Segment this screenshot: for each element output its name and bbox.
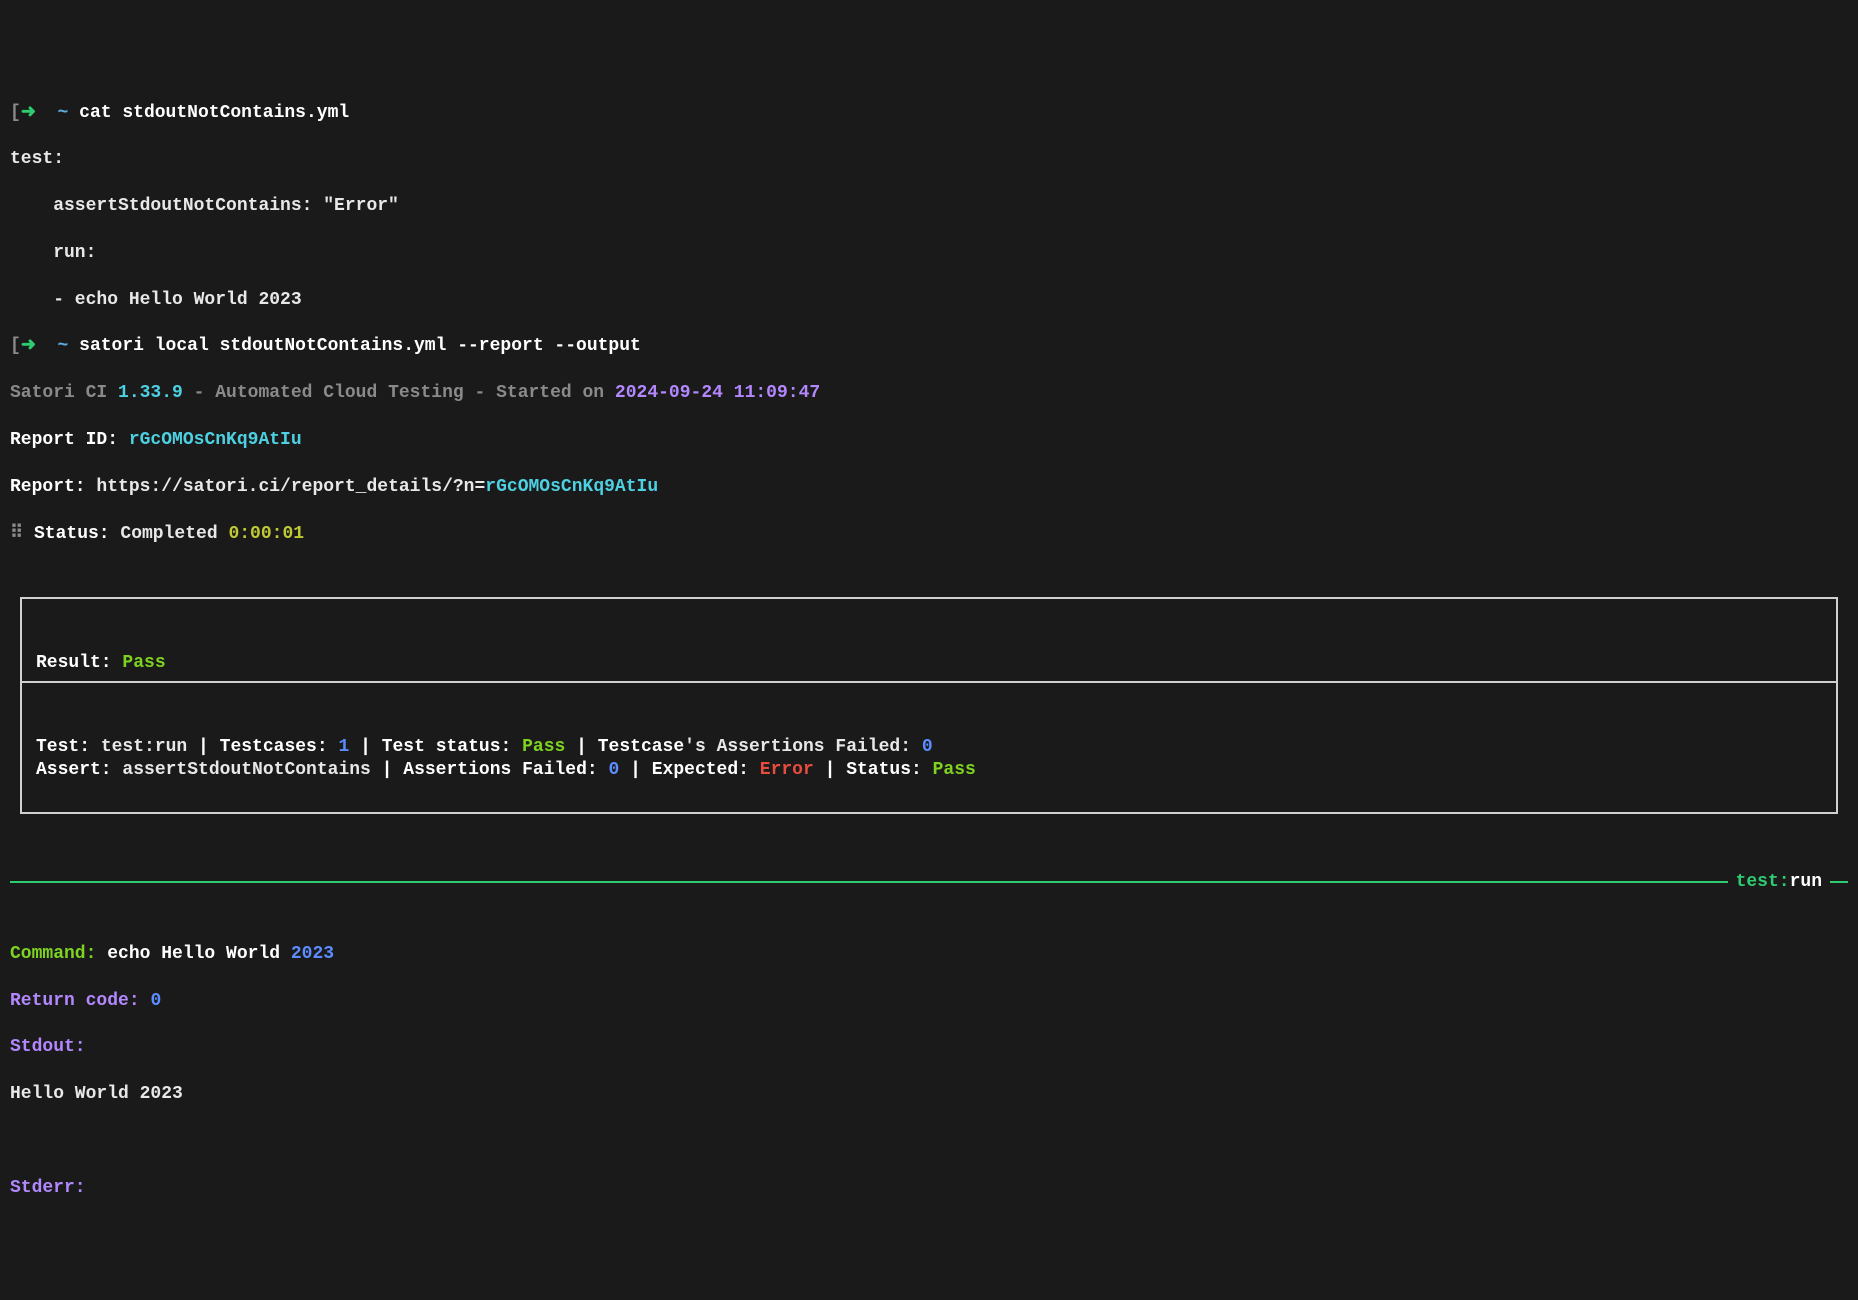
test-status: Pass	[522, 737, 565, 757]
assert-name: assertStdoutNotContains	[122, 760, 370, 780]
prompt-arrow-icon: ➜	[21, 103, 36, 123]
stdout-label-line: Stdout:	[10, 1036, 1848, 1059]
status-duration: 0:00:01	[228, 524, 304, 544]
timestamp-time: 11:09:47	[734, 383, 820, 403]
prompt-line-2: [➜ ~ satori local stdoutNotContains.yml …	[10, 335, 1848, 358]
return-code-value: 0	[150, 991, 161, 1011]
yml-line-1: test:	[10, 148, 1848, 171]
report-id-value[interactable]: rGcOMOsCnKq9AtIu	[129, 430, 302, 450]
command-satori[interactable]: satori local stdoutNotContains.yml --rep…	[79, 336, 641, 356]
section-label: test:run	[1728, 871, 1830, 894]
stdout-value-line: Hello World 2023	[10, 1083, 1848, 1106]
command-year: 2023	[291, 944, 334, 964]
prompt-cwd: ~	[58, 336, 69, 356]
yml-line-2: assertStdoutNotContains: "Error"	[10, 195, 1848, 218]
prompt-cwd: ~	[58, 103, 69, 123]
testcase-assertions-failed: 0	[922, 737, 933, 757]
report-url-line: Report: https://satori.ci/report_details…	[10, 476, 1848, 499]
result-box: Result: Pass Test: test:run | Testcases:…	[20, 597, 1838, 814]
expected-value: Error	[760, 760, 814, 780]
result-box-body: Test: test:run | Testcases: 1 | Test sta…	[22, 730, 1836, 789]
timestamp-date: 2024-09-24	[615, 383, 723, 403]
yml-line-3: run:	[10, 242, 1848, 265]
banner-line: Satori CI 1.33.9 - Automated Cloud Testi…	[10, 382, 1848, 405]
result-value: Pass	[122, 653, 165, 673]
test-name: test:run	[101, 737, 187, 757]
blank-line	[10, 1130, 1848, 1153]
status-value: Completed	[120, 524, 228, 544]
prompt-line-1: [➜ ~ cat stdoutNotContains.yml	[10, 102, 1848, 125]
spinner-icon: ⠿	[10, 524, 23, 544]
result-box-header: Result: Pass	[22, 646, 1836, 683]
assert-status: Pass	[933, 760, 976, 780]
report-url-id[interactable]: rGcOMOsCnKq9AtIu	[485, 477, 658, 497]
version-text: 1.33.9	[118, 383, 183, 403]
return-code-line: Return code: 0	[10, 990, 1848, 1013]
stderr-label-line: Stderr:	[10, 1177, 1848, 1200]
command-cat[interactable]: cat stdoutNotContains.yml	[79, 103, 349, 123]
section-divider: test:run	[10, 871, 1848, 894]
yml-line-4: - echo Hello World 2023	[10, 289, 1848, 312]
testcases-count: 1	[338, 737, 349, 757]
assertions-failed-count: 0	[609, 760, 620, 780]
status-line: ⠿ Status: Completed 0:00:01	[10, 523, 1848, 546]
command-output-line: Command: echo Hello World 2023	[10, 943, 1848, 966]
report-id-line: Report ID: rGcOMOsCnKq9AtIu	[10, 429, 1848, 452]
prompt-arrow-icon: ➜	[21, 336, 36, 356]
